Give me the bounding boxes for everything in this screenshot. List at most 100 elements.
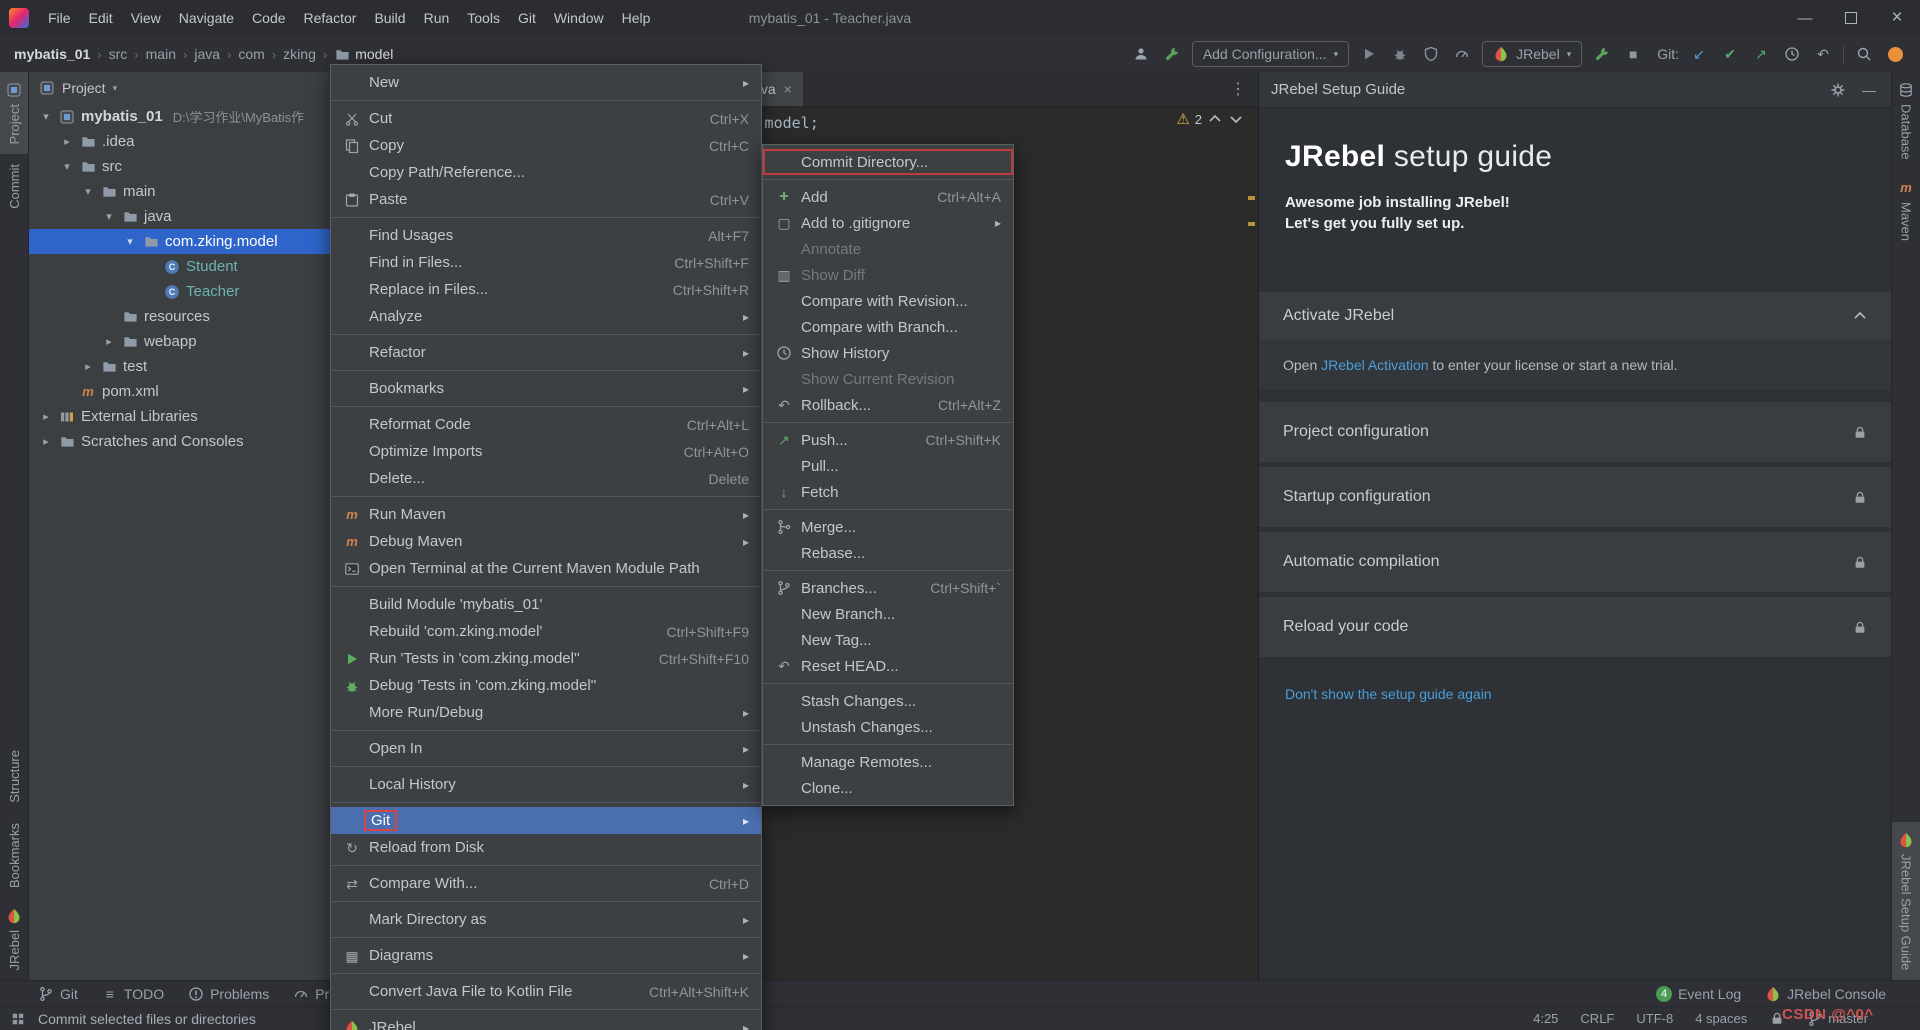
menu-refactor[interactable]: Refactor	[295, 0, 366, 36]
next-warning-icon[interactable]	[1228, 111, 1244, 127]
jrebel-section-project-configuration[interactable]: Project configuration	[1259, 402, 1892, 462]
tool-tab-database[interactable]: Database	[1892, 72, 1920, 170]
menu-item-debug-maven[interactable]: m Debug Maven ▸	[331, 528, 761, 555]
chevron-down-icon[interactable]: ▾	[123, 235, 137, 248]
menu-item-local-history[interactable]: Local History ▸	[331, 771, 761, 798]
menu-tools[interactable]: Tools	[458, 0, 509, 36]
jrebel-section-reload-your-code[interactable]: Reload your code	[1259, 597, 1892, 657]
menu-item-copy[interactable]: Copy Ctrl+C	[331, 132, 761, 159]
tool-tab-structure[interactable]: Structure	[0, 740, 28, 813]
menu-edit[interactable]: Edit	[80, 0, 122, 36]
menu-item-rebuild-com-zking-model[interactable]: Rebuild 'com.zking.model' Ctrl+Shift+F9	[331, 618, 761, 645]
user-button[interactable]	[1130, 43, 1152, 65]
menu-item-rebase[interactable]: Rebase...	[763, 540, 1013, 566]
menu-item-run-maven[interactable]: m Run Maven ▸	[331, 501, 761, 528]
menu-item-delete[interactable]: Delete... Delete	[331, 465, 761, 492]
search-button[interactable]	[1853, 43, 1875, 65]
update-button[interactable]: ↙	[1688, 43, 1710, 65]
toolwindow-switcher-icon[interactable]	[10, 1011, 26, 1027]
menu-item-add[interactable]: + Add Ctrl+Alt+A	[763, 184, 1013, 210]
tool-button-event-log[interactable]: 4 Event Log	[1656, 985, 1741, 1002]
menu-item-pull[interactable]: Pull...	[763, 453, 1013, 479]
activate-jrebel-section[interactable]: Activate JRebel	[1259, 292, 1892, 340]
menu-item-unstash-changes[interactable]: Unstash Changes...	[763, 714, 1013, 740]
commit-button[interactable]: ✔	[1719, 43, 1741, 65]
jrebel-section-startup-configuration[interactable]: Startup configuration	[1259, 467, 1892, 527]
line-ending[interactable]: CRLF	[1580, 1011, 1614, 1026]
menu-item-branches[interactable]: Branches... Ctrl+Shift+`	[763, 575, 1013, 601]
menu-item-git[interactable]: Git ▸	[331, 807, 761, 834]
chevron-right-icon[interactable]: ▸	[39, 435, 53, 448]
chevron-right-icon[interactable]: ▸	[39, 410, 53, 423]
maximize-button[interactable]	[1828, 0, 1874, 36]
jrebel-select[interactable]: JRebel ▾	[1482, 41, 1583, 67]
wrench-green-button[interactable]	[1161, 43, 1183, 65]
menu-view[interactable]: View	[122, 0, 170, 36]
menu-window[interactable]: Window	[545, 0, 613, 36]
breadcrumb-main[interactable]: main	[146, 46, 176, 62]
stop-button[interactable]: ■	[1622, 43, 1644, 65]
menu-item-new[interactable]: New ▸	[331, 69, 761, 96]
menu-item-commit-directory[interactable]: Commit Directory...	[763, 149, 1013, 175]
chevron-down-icon[interactable]: ▾	[39, 110, 53, 123]
breadcrumb-zking[interactable]: zking	[283, 46, 316, 62]
jrebel-activation-link[interactable]: JRebel Activation	[1321, 357, 1428, 373]
breadcrumb-java[interactable]: java	[194, 46, 220, 62]
menu-item-show-history[interactable]: Show History	[763, 340, 1013, 366]
coverage-button[interactable]	[1420, 43, 1442, 65]
minimize-button[interactable]: —	[1858, 79, 1880, 101]
chevron-right-icon[interactable]: ▸	[81, 360, 95, 373]
tool-tab-jrebel-setup-guide[interactable]: JRebel Setup Guide	[1892, 821, 1920, 980]
menu-file[interactable]: File	[39, 0, 80, 36]
menu-item-build-module-mybatis-01[interactable]: Build Module 'mybatis_01'	[331, 591, 761, 618]
file-encoding[interactable]: UTF-8	[1636, 1011, 1673, 1026]
tool-button-git[interactable]: Git	[38, 986, 78, 1002]
menu-item-fetch[interactable]: ↓ Fetch	[763, 479, 1013, 505]
menu-item-open-in[interactable]: Open In ▸	[331, 735, 761, 762]
tool-button-todo[interactable]: ≡ TODO	[102, 986, 164, 1002]
caret-position[interactable]: 4:25	[1533, 1011, 1558, 1026]
menu-git[interactable]: Git	[509, 0, 545, 36]
breadcrumb-src[interactable]: src	[109, 46, 128, 62]
menu-item-run-tests-in-com-zking-model[interactable]: Run 'Tests in 'com.zking.model'' Ctrl+Shi…	[331, 645, 761, 672]
tool-tab-maven[interactable]: m Maven	[1892, 170, 1920, 251]
menu-item-reload-from-disk[interactable]: ↻ Reload from Disk	[331, 834, 761, 861]
menu-item-optimize-imports[interactable]: Optimize Imports Ctrl+Alt+O	[331, 438, 761, 465]
menu-item-stash-changes[interactable]: Stash Changes...	[763, 688, 1013, 714]
push-button[interactable]: ↗	[1750, 43, 1772, 65]
menu-item-open-terminal-at-the-current-maven-module-path[interactable]: Open Terminal at the Current Maven Modul…	[331, 555, 761, 582]
menu-item-compare-with[interactable]: ⇄ Compare With... Ctrl+D	[331, 870, 761, 897]
menu-item-manage-remotes[interactable]: Manage Remotes...	[763, 749, 1013, 775]
menu-item-diagrams[interactable]: ▦ Diagrams ▸	[331, 942, 761, 969]
menu-item-cut[interactable]: Cut Ctrl+X	[331, 105, 761, 132]
close-tab-icon[interactable]: ×	[784, 81, 792, 97]
tool-button-jrebel-console[interactable]: JRebel Console	[1765, 986, 1886, 1002]
menu-item-find-usages[interactable]: Find Usages Alt+F7	[331, 222, 761, 249]
jrebel-section-automatic-compilation[interactable]: Automatic compilation	[1259, 532, 1892, 592]
debug-dim-button[interactable]	[1389, 43, 1411, 65]
chevron-down-icon[interactable]: ▾	[81, 185, 95, 198]
menu-item-compare-with-revision[interactable]: Compare with Revision...	[763, 288, 1013, 314]
menu-item-rollback[interactable]: ↶ Rollback... Ctrl+Alt+Z	[763, 392, 1013, 418]
menu-item-reset-head[interactable]: ↶ Reset HEAD...	[763, 653, 1013, 679]
tab-options-icon[interactable]: ⋮	[1230, 79, 1246, 99]
codegeex-button[interactable]	[1884, 43, 1906, 65]
menu-navigate[interactable]: Navigate	[170, 0, 243, 36]
menu-item-mark-directory-as[interactable]: Mark Directory as ▸	[331, 906, 761, 933]
menu-item-push[interactable]: ↗ Push... Ctrl+Shift+K	[763, 427, 1013, 453]
menu-item-bookmarks[interactable]: Bookmarks ▸	[331, 375, 761, 402]
menu-item-convert-java-file-to-kotlin-file[interactable]: Convert Java File to Kotlin File Ctrl+Alt…	[331, 978, 761, 1005]
menu-item-compare-with-branch[interactable]: Compare with Branch...	[763, 314, 1013, 340]
run-dim-button[interactable]	[1358, 43, 1380, 65]
history-button[interactable]	[1781, 43, 1803, 65]
inspections-widget[interactable]: ⚠ 2	[1176, 110, 1244, 128]
tool-button-problems[interactable]: Problems	[188, 986, 269, 1002]
menu-item-merge[interactable]: Merge...	[763, 514, 1013, 540]
menu-item-refactor[interactable]: Refactor ▸	[331, 339, 761, 366]
menu-item-debug-tests-in-com-zking-model[interactable]: Debug 'Tests in 'com.zking.model''	[331, 672, 761, 699]
menu-item-reformat-code[interactable]: Reformat Code Ctrl+Alt+L	[331, 411, 761, 438]
menu-build[interactable]: Build	[365, 0, 414, 36]
menu-item-replace-in-files[interactable]: Replace in Files... Ctrl+Shift+R	[331, 276, 761, 303]
menu-item-new-tag[interactable]: New Tag...	[763, 627, 1013, 653]
breadcrumb-model[interactable]: model	[334, 46, 393, 62]
